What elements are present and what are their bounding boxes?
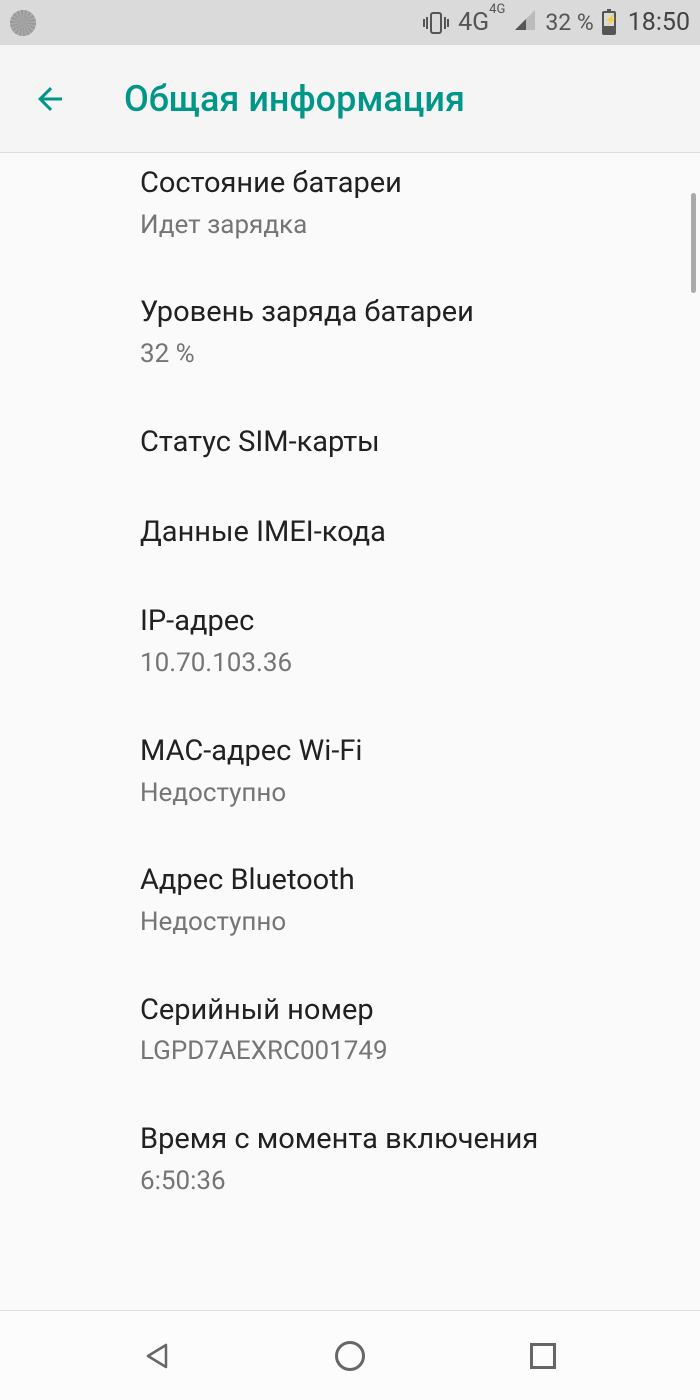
list-item[interactable]: Время с момента включения 6:50:36 bbox=[140, 1095, 680, 1224]
item-value: 6:50:36 bbox=[140, 1165, 680, 1199]
battery-icon bbox=[602, 11, 616, 35]
item-title: Время с момента включения bbox=[140, 1121, 680, 1159]
list-item[interactable]: MAC-адрес Wi-Fi Недоступно bbox=[140, 707, 680, 836]
list-item[interactable]: Уровень заряда батареи 32 % bbox=[140, 268, 680, 397]
list-item[interactable]: Состояние батареи Идет зарядка bbox=[140, 153, 680, 268]
status-right: 4G4G 32 % 18:50 bbox=[422, 8, 690, 38]
loading-icon bbox=[10, 10, 36, 36]
item-title: IP-адрес bbox=[140, 603, 680, 641]
circle-home-icon bbox=[335, 1341, 365, 1371]
battery-percent: 32 % bbox=[545, 9, 593, 36]
item-title: Состояние батареи bbox=[140, 165, 680, 203]
item-title: Данные IMEI-кода bbox=[140, 514, 680, 552]
app-bar: Общая информация bbox=[0, 45, 700, 153]
page-title: Общая информация bbox=[124, 78, 465, 120]
square-recent-icon bbox=[530, 1343, 556, 1369]
list-item[interactable]: Данные IMEI-кода bbox=[140, 488, 680, 578]
list-item[interactable]: Серийный номер LGPD7AEXRC001749 bbox=[140, 966, 680, 1095]
nav-home-button[interactable] bbox=[330, 1336, 370, 1376]
arrow-left-icon bbox=[32, 81, 68, 117]
signal-icon bbox=[513, 8, 537, 38]
nav-back-button[interactable] bbox=[137, 1336, 177, 1376]
item-value: Идет зарядка bbox=[140, 209, 680, 243]
item-value: Недоступно bbox=[140, 906, 680, 940]
item-title: Серийный номер bbox=[140, 992, 680, 1030]
nav-recent-button[interactable] bbox=[523, 1336, 563, 1376]
item-title: Уровень заряда батареи bbox=[140, 294, 680, 332]
navigation-bar bbox=[0, 1310, 700, 1400]
item-title: Статус SIM-карты bbox=[140, 424, 680, 462]
item-title: MAC-адрес Wi-Fi bbox=[140, 733, 680, 771]
list-item[interactable]: Адрес Bluetooth Недоступно bbox=[140, 836, 680, 965]
list-item[interactable]: Статус SIM-карты bbox=[140, 398, 680, 488]
item-value: 32 % bbox=[140, 338, 680, 372]
content-list[interactable]: Состояние батареи Идет зарядка Уровень зар… bbox=[0, 153, 700, 1310]
scroll-indicator bbox=[691, 193, 696, 293]
item-value: LGPD7AEXRC001749 bbox=[140, 1035, 680, 1069]
item-title: Адрес Bluetooth bbox=[140, 862, 680, 900]
back-button[interactable] bbox=[30, 79, 70, 119]
clock: 18:50 bbox=[628, 8, 690, 37]
list-item[interactable]: IP-адрес 10.70.103.36 bbox=[140, 577, 680, 706]
status-bar: 4G4G 32 % 18:50 bbox=[0, 0, 700, 45]
item-value: Недоступно bbox=[140, 777, 680, 811]
network-label: 4G4G bbox=[458, 8, 505, 37]
vibrate-icon bbox=[422, 11, 450, 35]
triangle-back-icon bbox=[142, 1341, 172, 1371]
status-left bbox=[10, 10, 36, 36]
item-value: 10.70.103.36 bbox=[140, 647, 680, 681]
